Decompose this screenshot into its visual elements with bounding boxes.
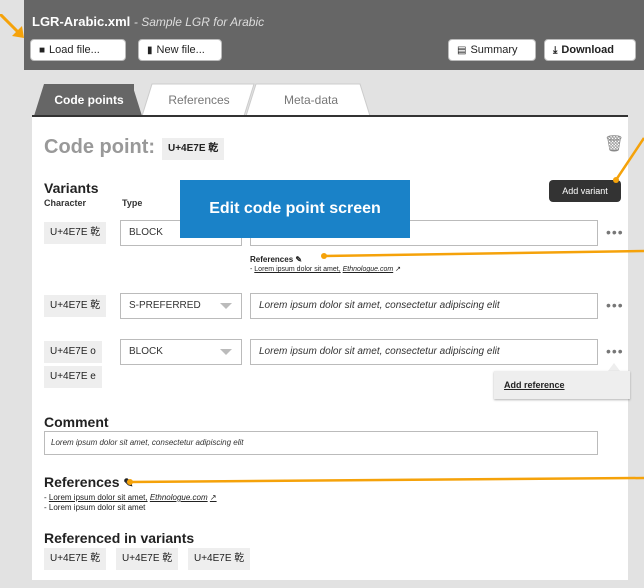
variant-3-comment-field[interactable]: Lorem ipsum dolor sit amet, consectetur … — [250, 339, 598, 365]
folder-icon: ■ — [39, 45, 46, 56]
variant-3-char-secondary: U+4E7E e — [44, 366, 102, 388]
download-button[interactable]: ⤓ Download — [544, 39, 636, 61]
column-header-character: Character — [44, 198, 87, 208]
referenced-item[interactable]: U+4E7E 乾 — [116, 548, 179, 570]
code-point-heading: Code point: — [44, 136, 156, 158]
references-title-text: References — [44, 474, 120, 490]
reference-item: - Lorem ipsum dolor sit amet, Ethnologue… — [44, 493, 217, 502]
variant-1-reference-line: - Lorem ipsum dolor sit amet, Ethnologue… — [250, 266, 402, 273]
tab-references[interactable]: References — [152, 84, 246, 116]
variant-1-references-text: References — [250, 255, 294, 264]
tab-code-points[interactable]: Code points — [44, 84, 134, 116]
variant-1-reference-link[interactable]: Lorem ipsum dolor sit amet, — [254, 266, 340, 273]
app-header: LGR-Arabic.xml - Sample LGR for Arabic ■… — [24, 0, 644, 70]
variant-3-char: U+4E7E ο — [44, 341, 102, 363]
variant-2-more-icon[interactable]: ••• — [606, 297, 624, 313]
screen: LGR-Arabic.xml - Sample LGR for Arabic ■… — [0, 0, 644, 588]
variant-1-char: U+4E7E 乾 — [44, 222, 107, 244]
chevron-down-icon[interactable] — [220, 349, 232, 355]
clipboard-icon: ▤ — [457, 45, 467, 56]
download-icon: ⤓ — [553, 45, 558, 56]
variant-1-more-icon[interactable]: ••• — [606, 224, 624, 240]
file-title: LGR-Arabic.xml - Sample LGR for Arabic — [32, 14, 264, 29]
filename: LGR-Arabic.xml — [32, 14, 131, 29]
load-file-label: Load file... — [49, 44, 100, 56]
pencil-icon[interactable]: ✎ — [295, 255, 302, 264]
new-file-label: New file... — [156, 44, 205, 56]
reference-text: Lorem ipsum dolor sit amet — [48, 503, 146, 512]
variant-1-reference-source[interactable]: Ethnologue.com — [343, 266, 394, 273]
referenced-item[interactable]: U+4E7E 乾 — [188, 548, 251, 570]
comment-field[interactable]: Lorem ipsum dolor sit amet, consectetur … — [44, 431, 598, 455]
download-label: Download — [561, 44, 614, 56]
external-link-icon[interactable]: ↗ — [210, 493, 217, 502]
pencil-icon[interactable]: ✎ — [123, 476, 133, 490]
variant-2-char: U+4E7E 乾 — [44, 295, 107, 317]
variant-2-comment-field[interactable]: Lorem ipsum dolor sit amet, consectetur … — [250, 293, 598, 319]
variants-title: Variants — [44, 180, 99, 196]
variant-1-references-label: References ✎ — [250, 255, 302, 264]
referenced-title: Referenced in variants — [44, 530, 195, 546]
file-subtitle: - Sample LGR for Arabic — [133, 15, 265, 29]
column-header-type: Type — [122, 198, 143, 208]
summary-label: Summary — [470, 44, 518, 56]
reference-item: - Lorem ipsum dolor sit amet — [44, 503, 146, 512]
document-icon: ▮ — [147, 45, 153, 56]
add-reference-link[interactable]: Add reference — [504, 380, 565, 390]
summary-button[interactable]: ▤ Summary — [448, 39, 536, 61]
references-list: - Lorem ipsum dolor sit amet, Ethnologue… — [44, 493, 217, 513]
referenced-item[interactable]: U+4E7E 乾 — [44, 548, 107, 570]
variant-3-more-icon[interactable]: ••• — [606, 343, 624, 359]
code-point-value: U+4E7E 乾 — [162, 138, 225, 160]
add-reference-popover[interactable]: Add reference — [494, 371, 630, 399]
trash-icon[interactable]: 🗑 — [604, 134, 624, 154]
reference-link[interactable]: Lorem ipsum dolor sit amet, — [49, 493, 148, 502]
screen-callout: Edit code point screen — [180, 180, 410, 238]
comment-title: Comment — [44, 414, 109, 430]
chevron-down-icon[interactable] — [220, 303, 232, 309]
references-title: References ✎ — [44, 474, 133, 490]
add-variant-button[interactable]: Add variant — [549, 180, 621, 202]
external-link-icon[interactable]: ↗ — [395, 266, 401, 273]
tab-meta-data[interactable]: Meta-data — [258, 84, 364, 116]
reference-source[interactable]: Ethnologue.com — [150, 493, 208, 502]
load-file-button[interactable]: ■ Load file... — [30, 39, 126, 61]
new-file-button[interactable]: ▮ New file... — [138, 39, 222, 61]
annotation-arrow-icon — [0, 14, 24, 38]
